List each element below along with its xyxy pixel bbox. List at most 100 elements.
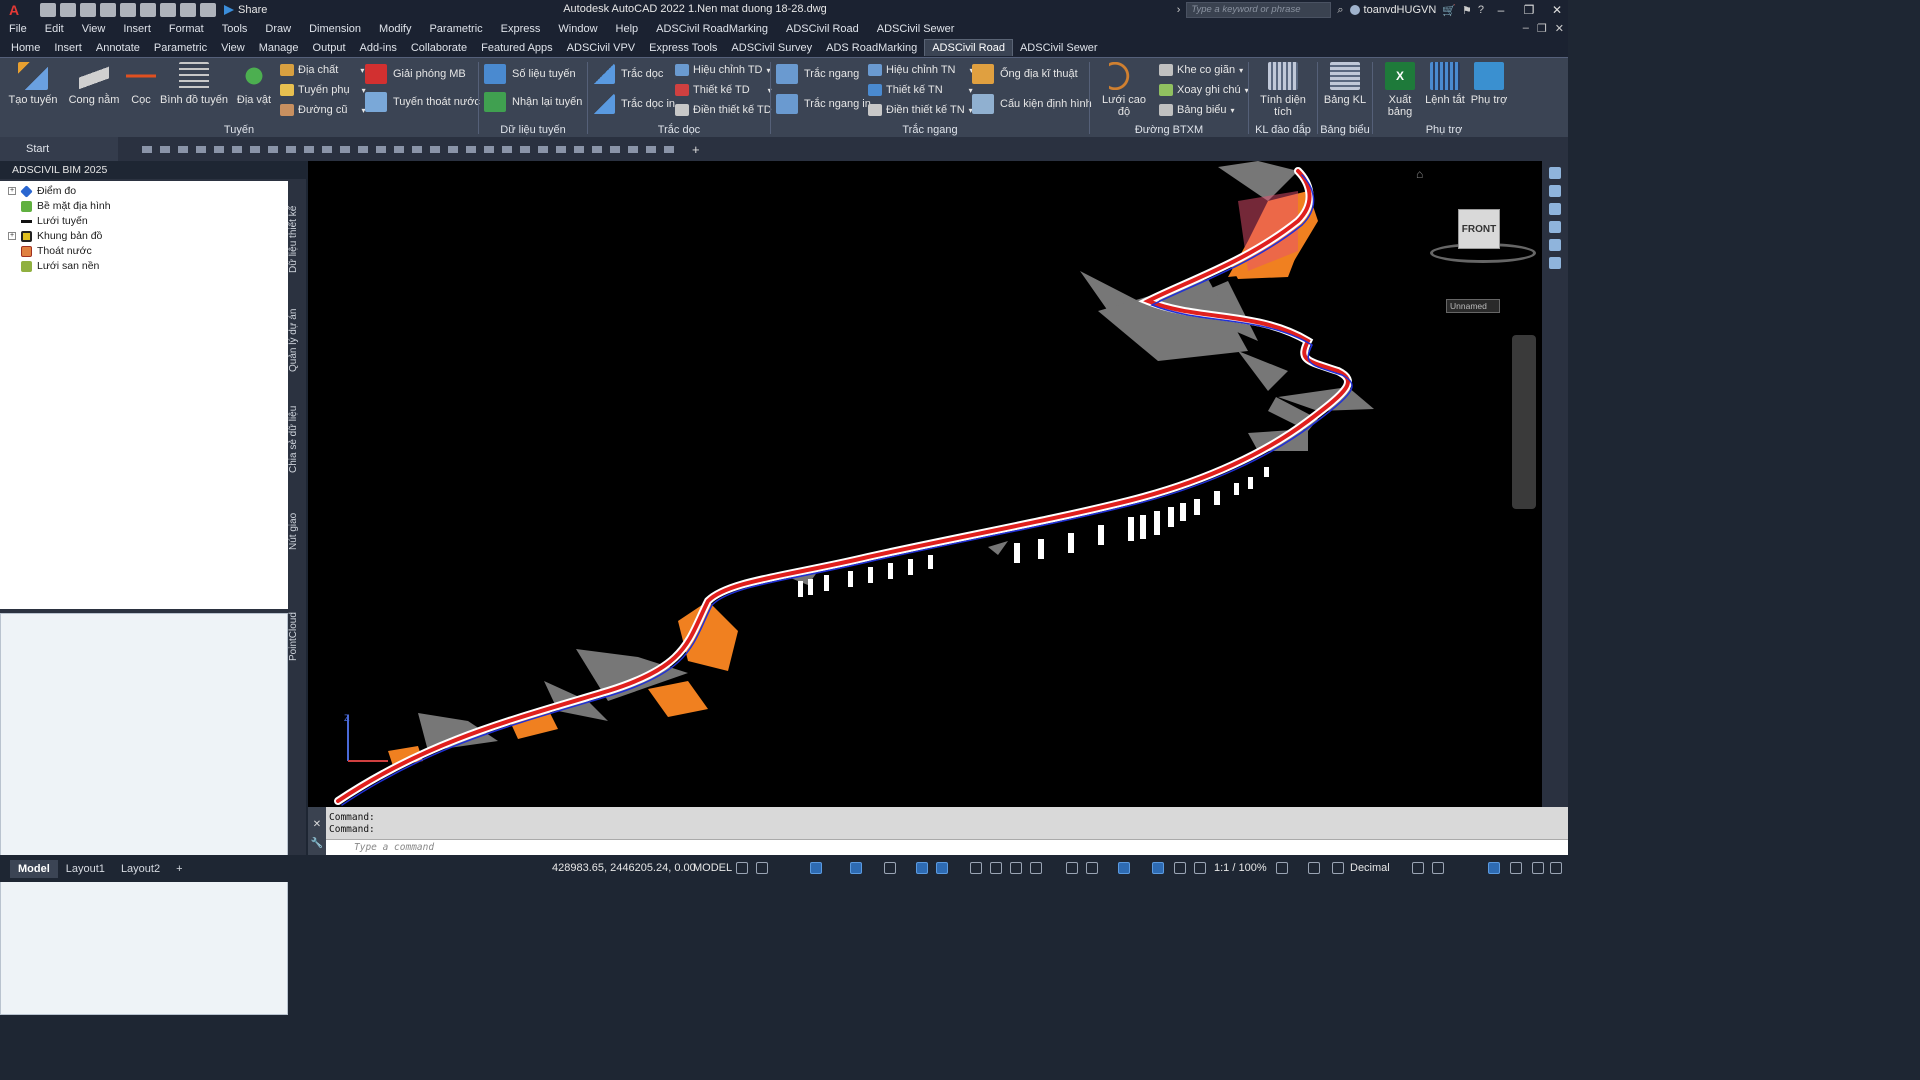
document-tab[interactable] (394, 145, 404, 153)
side-tab-quan-ly-du-an[interactable]: Quản lý dự án (288, 297, 306, 383)
menu-help[interactable]: Help (607, 23, 648, 35)
minimize-button[interactable]: – (1490, 3, 1512, 17)
annotation-monitor-icon[interactable] (1308, 862, 1320, 874)
workspace-gear-icon[interactable] (1276, 862, 1288, 874)
search-icon[interactable]: ⌕ (1337, 4, 1343, 17)
menu-window[interactable]: Window (549, 23, 606, 35)
dia-chat-dropdown-icon[interactable]: ▾ (360, 66, 364, 75)
user-account[interactable]: toanvdHUGVN (1349, 4, 1436, 16)
document-tab[interactable] (142, 145, 152, 153)
document-tab[interactable] (304, 145, 314, 153)
side-tab-chia-se-du-lieu[interactable]: Chia sẻ dữ liệu (288, 395, 306, 483)
selection-filter-icon[interactable] (1086, 862, 1098, 874)
menu-adscivil-roadmarking[interactable]: ADSCivil RoadMarking (647, 23, 777, 35)
menu-view[interactable]: View (73, 23, 115, 35)
layout-tab-model[interactable]: Model (10, 859, 58, 878)
ribbon-tab-adscivil-sewer[interactable]: ADSCivil Sewer (1013, 40, 1105, 56)
menu-adscivil-sewer[interactable]: ADSCivil Sewer (868, 23, 964, 35)
layer-tool-icon[interactable] (1549, 239, 1561, 251)
side-tab-nut-giao[interactable]: Nút giao (288, 501, 306, 561)
expand-icon[interactable]: + (8, 232, 16, 240)
dien-thiet-ke-tn-button[interactable]: Điền thiết kế TN ▾ (868, 104, 973, 116)
layout-tab-layout2[interactable]: Layout2 (113, 860, 168, 878)
ribbon-tab-annotate[interactable]: Annotate (89, 40, 147, 56)
menu-tools[interactable]: Tools (213, 23, 257, 35)
giai-phong-mb-button[interactable]: Giải phóng MB (365, 64, 466, 84)
document-tab[interactable] (250, 145, 260, 153)
tuyen-thoat-nuoc-button[interactable]: Tuyến thoát nước (365, 92, 480, 112)
object-snap-icon[interactable] (936, 862, 948, 874)
ribbon-tab-insert[interactable]: Insert (47, 40, 89, 56)
layer-tool-icon[interactable] (1549, 167, 1561, 179)
document-tab[interactable] (268, 145, 278, 153)
khe-co-gian-dropdown-icon[interactable]: ▾ (1239, 66, 1243, 75)
annotation-scale[interactable]: 1:1 / 100% (1214, 862, 1267, 874)
model-space-toggle[interactable]: MODEL (693, 862, 732, 874)
xuat-bang-button[interactable]: X Xuất bảng (1376, 62, 1424, 118)
document-tab[interactable] (574, 145, 584, 153)
ribbon-tab-adscivil-vpv[interactable]: ADSCivil VPV (560, 40, 642, 56)
ribbon-tab-adscivil-road[interactable]: ADSCivil Road (924, 39, 1013, 56)
nhan-lai-tuyen-button[interactable]: Nhận lại tuyến (484, 92, 582, 112)
quick-properties-icon[interactable] (1412, 862, 1424, 874)
annotation-scale-icon[interactable] (1194, 862, 1206, 874)
add-layout-icon[interactable]: + (168, 860, 190, 878)
layer-tool-icon[interactable] (1549, 203, 1561, 215)
restore-button[interactable]: ❐ (1518, 3, 1540, 17)
document-tab[interactable] (448, 145, 458, 153)
menu-express[interactable]: Express (492, 23, 550, 35)
document-tab[interactable] (466, 145, 476, 153)
ribbon-tab-adscivil-survey[interactable]: ADSCivil Survey (724, 40, 819, 56)
duong-cu-button[interactable]: Đường cũ ▾ (280, 104, 365, 116)
menu-adscivil-road[interactable]: ADSCivil Road (777, 23, 868, 35)
menu-file[interactable]: File (0, 23, 36, 35)
document-tab[interactable] (412, 145, 422, 153)
tree-item-diem-do[interactable]: + Điểm đo (8, 184, 76, 198)
menu-modify[interactable]: Modify (370, 23, 420, 35)
dia-vat-button[interactable]: Địa vật (234, 62, 274, 106)
trac-ngang-in-button[interactable]: Trắc ngang in (776, 94, 871, 114)
document-tab[interactable] (664, 145, 674, 153)
tree-item-luoi-tuyen[interactable]: Lưới tuyến (8, 215, 88, 227)
tree-item-luoi-san-nen[interactable]: Lưới san nền (8, 260, 99, 272)
side-tab-pointcloud[interactable]: PointCloud (288, 601, 306, 673)
document-tab[interactable] (376, 145, 386, 153)
cart-icon[interactable]: 🛒 (1442, 4, 1456, 17)
document-tab[interactable] (196, 145, 206, 153)
bang-bieu-dropdown-icon[interactable]: ▾ (1231, 106, 1235, 115)
document-tab[interactable] (628, 145, 638, 153)
gizmo-icon[interactable] (1118, 862, 1130, 874)
document-tab[interactable] (232, 145, 242, 153)
menu-parametric[interactable]: Parametric (420, 23, 491, 35)
document-tab[interactable] (538, 145, 548, 153)
tree-item-thoat-nuoc[interactable]: Thoát nước (8, 245, 92, 257)
hieu-chinh-tn-button[interactable]: Hiệu chỉnh TN ▾ (868, 64, 974, 76)
app-exchange-icon[interactable]: ⚑ (1462, 4, 1472, 17)
doc-close-button[interactable]: ✕ (1555, 22, 1564, 35)
ribbon-tab-manage[interactable]: Manage (252, 40, 306, 56)
lock-ui-icon[interactable] (1432, 862, 1444, 874)
ribbon-tab-view[interactable]: View (214, 40, 252, 56)
layout-tab-layout1[interactable]: Layout1 (58, 860, 113, 878)
document-tab[interactable] (484, 145, 494, 153)
menu-dimension[interactable]: Dimension (300, 23, 370, 35)
thiet-ke-tn-button[interactable]: Thiết kế TN ▾ (868, 84, 973, 96)
ribbon-tab-collaborate[interactable]: Collaborate (404, 40, 474, 56)
new-tab-icon[interactable]: + (692, 142, 700, 157)
tree-item-be-mat-dia-hinh[interactable]: Bề mặt địa hình (8, 200, 111, 212)
object-snap-tracking-icon[interactable] (916, 862, 928, 874)
tree-item-khung-ban-do[interactable]: + Khung bản đồ (8, 230, 102, 242)
transparency-icon[interactable] (990, 862, 1002, 874)
ribbon-tab-home[interactable]: Home (4, 40, 47, 56)
isodraft-icon[interactable] (884, 862, 896, 874)
tao-tuyen-button[interactable]: Tạo tuyến (8, 62, 58, 106)
document-tab[interactable] (178, 145, 188, 153)
polar-icon[interactable] (850, 862, 862, 874)
ong-dia-ki-thuat-button[interactable]: Ống địa kĩ thuật (972, 64, 1078, 84)
ortho-icon[interactable] (810, 862, 822, 874)
khe-co-gian-button[interactable]: Khe co giãn ▾ (1159, 64, 1243, 76)
luoi-cao-do-button[interactable]: Lưới cao độ (1095, 62, 1153, 118)
3d-object-snap-icon[interactable] (1030, 862, 1042, 874)
ribbon-tab-output[interactable]: Output (306, 40, 353, 56)
customize-icon[interactable]: 🔧 (308, 838, 326, 849)
